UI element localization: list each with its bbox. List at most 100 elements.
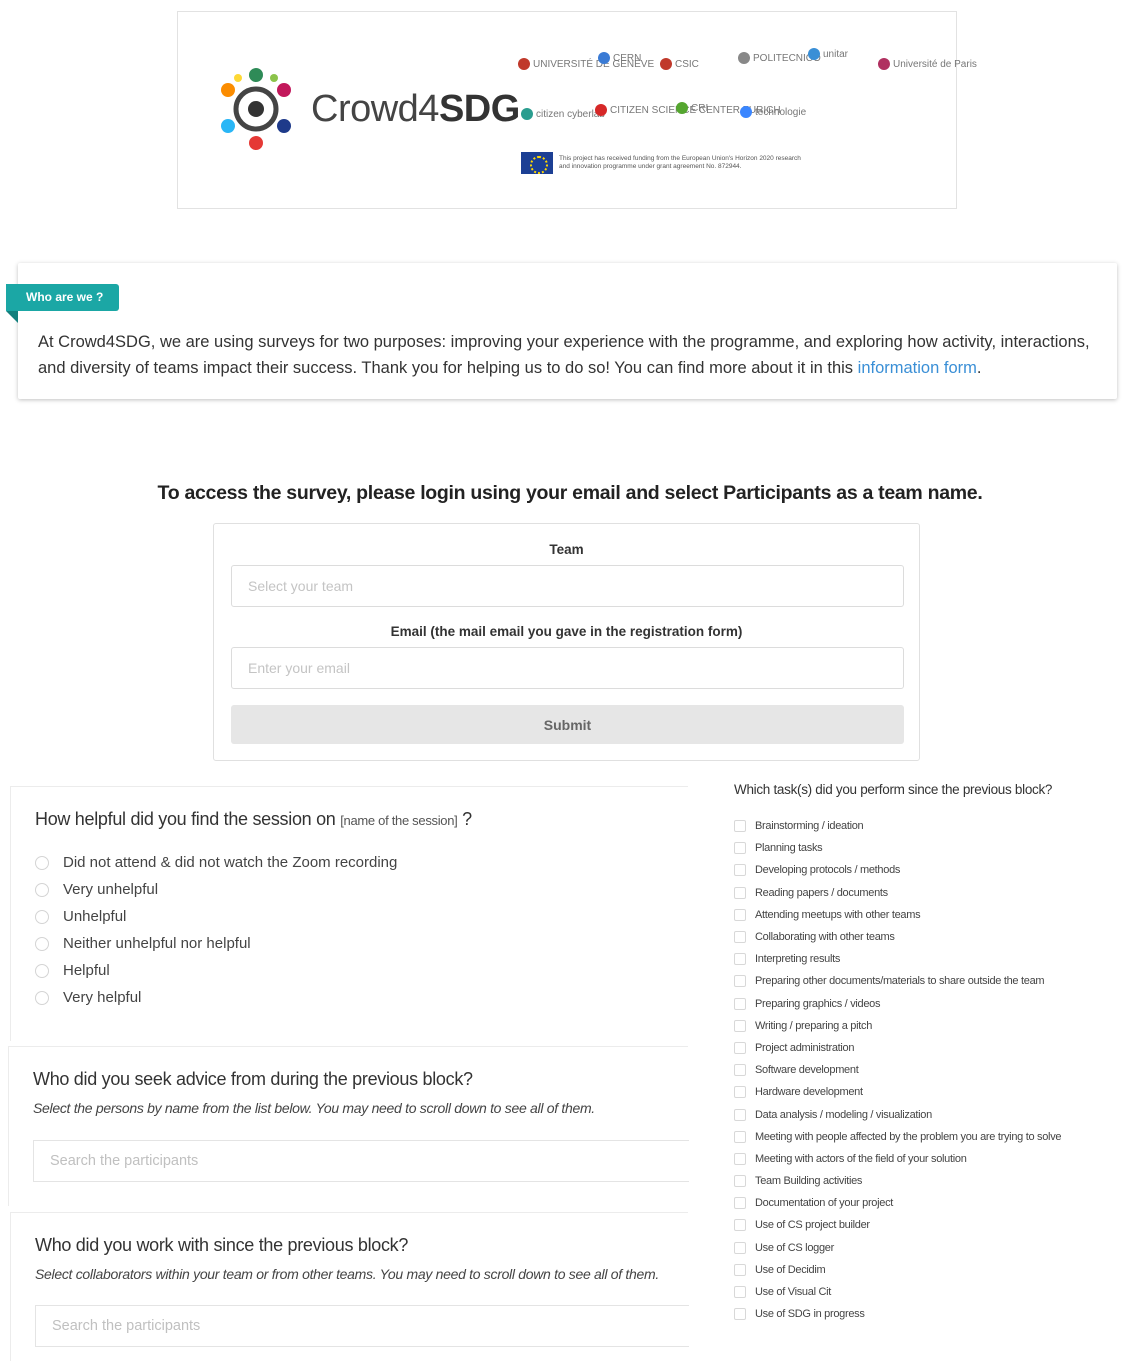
radio-button[interactable] xyxy=(35,990,49,1005)
task-item[interactable]: Documentation of your project xyxy=(734,1192,1061,1214)
funding-text: This project has received funding from t… xyxy=(559,155,801,170)
task-checkbox[interactable] xyxy=(734,1064,746,1077)
task-label: Attending meetups with other teams xyxy=(755,908,921,921)
task-checkbox[interactable] xyxy=(734,908,746,921)
task-item[interactable]: Software development xyxy=(734,1059,1061,1081)
task-item[interactable]: Use of CS project builder xyxy=(734,1214,1061,1236)
task-checkbox[interactable] xyxy=(734,997,746,1010)
task-label: Meeting with actors of the field of your… xyxy=(755,1152,967,1165)
team-select-input[interactable] xyxy=(231,565,904,607)
q1-option[interactable]: Very unhelpful xyxy=(35,881,158,898)
radio-button[interactable] xyxy=(35,963,49,978)
task-item[interactable]: Developing protocols / methods xyxy=(734,859,1061,881)
crowd4sdg-logo-icon xyxy=(221,68,291,150)
task-item[interactable]: Meeting with actors of the field of your… xyxy=(734,1148,1061,1170)
task-item[interactable]: Collaborating with other teams xyxy=(734,926,1061,948)
email-input[interactable] xyxy=(231,647,904,689)
task-item[interactable]: Preparing graphics / videos xyxy=(734,993,1061,1015)
q1-option-label: Did not attend & did not watch the Zoom … xyxy=(63,854,398,871)
q3-subtitle: Select collaborators within your team or… xyxy=(35,1266,659,1282)
q1-option[interactable]: Very helpful xyxy=(35,989,141,1006)
task-item[interactable]: Brainstorming / ideation xyxy=(734,815,1061,837)
task-checkbox[interactable] xyxy=(734,953,746,966)
task-checkbox[interactable] xyxy=(734,886,746,899)
task-checkbox[interactable] xyxy=(734,1152,746,1165)
task-checkbox[interactable] xyxy=(734,1308,746,1321)
who-are-we-text: At Crowd4SDG, we are using surveys for t… xyxy=(38,333,1090,377)
radio-button[interactable] xyxy=(35,855,49,870)
task-item[interactable]: Use of Decidim xyxy=(734,1259,1061,1281)
q1-option-label: Very helpful xyxy=(63,989,142,1006)
q1-option-label: Neither unhelpful nor helpful xyxy=(63,935,251,952)
collaborators-search-input[interactable] xyxy=(35,1305,689,1347)
task-item[interactable]: Meeting with people affected by the prob… xyxy=(734,1126,1062,1148)
advice-card: Who did you seek advice from during the … xyxy=(8,1046,689,1206)
task-item[interactable]: Writing / preparing a pitch xyxy=(734,1015,1061,1037)
task-checkbox[interactable] xyxy=(734,1263,746,1276)
partner-logo-icon xyxy=(595,104,607,116)
task-item[interactable]: Reading papers / documents xyxy=(734,882,1061,904)
partner-logo: CRI xyxy=(676,102,708,114)
q1-option[interactable]: Helpful xyxy=(35,962,110,979)
partner-logo-icon xyxy=(738,52,750,64)
task-item[interactable]: Interpreting results xyxy=(734,948,1061,970)
partner-logo: CERN xyxy=(598,52,641,64)
task-checkbox[interactable] xyxy=(734,1041,746,1054)
task-checkbox[interactable] xyxy=(734,1197,746,1210)
task-checkbox[interactable] xyxy=(734,1219,746,1232)
task-label: Planning tasks xyxy=(755,842,823,855)
submit-button[interactable]: Submit xyxy=(231,705,904,744)
partner-logo-label: technologie xyxy=(755,106,807,118)
task-label: Preparing other documents/materials to s… xyxy=(755,975,1045,988)
radio-button[interactable] xyxy=(35,909,49,924)
q1-option[interactable]: Did not attend & did not watch the Zoom … xyxy=(35,854,397,871)
task-label: Hardware development xyxy=(755,1086,863,1099)
partner-logo-icon xyxy=(740,106,752,118)
task-checkbox[interactable] xyxy=(734,1108,746,1121)
task-label: Preparing graphics / videos xyxy=(755,997,881,1010)
partner-logo-label: unitar xyxy=(823,48,849,60)
task-item[interactable]: Use of SDG in progress xyxy=(734,1303,1061,1325)
task-label: Documentation of your project xyxy=(755,1197,894,1210)
team-label: Team xyxy=(549,542,584,557)
partner-logo-label: Université de Paris xyxy=(893,58,977,70)
task-label: Collaborating with other teams xyxy=(755,931,895,944)
q1-option[interactable]: Unhelpful xyxy=(35,908,126,925)
task-item[interactable]: Attending meetups with other teams xyxy=(734,904,1061,926)
task-checkbox[interactable] xyxy=(734,842,746,855)
task-label: Project administration xyxy=(755,1041,855,1054)
task-checkbox[interactable] xyxy=(734,820,746,833)
task-item[interactable]: Data analysis / modeling / visualization xyxy=(734,1103,1061,1125)
partner-logo-icon xyxy=(878,58,890,70)
task-checkbox[interactable] xyxy=(734,975,746,988)
task-checkbox[interactable] xyxy=(734,1086,746,1099)
task-item[interactable]: Planning tasks xyxy=(734,837,1061,859)
eu-flag-icon xyxy=(521,152,553,174)
task-checkbox[interactable] xyxy=(734,864,746,877)
task-item[interactable]: Use of CS logger xyxy=(734,1237,1061,1259)
q1-option-label: Very unhelpful xyxy=(63,881,159,898)
task-item[interactable]: Use of Visual Cit xyxy=(734,1281,1061,1303)
advice-search-input[interactable] xyxy=(33,1140,689,1182)
task-checkbox[interactable] xyxy=(734,931,746,944)
radio-button[interactable] xyxy=(35,936,49,951)
task-item[interactable]: Hardware development xyxy=(734,1081,1061,1103)
task-item[interactable]: Preparing other documents/materials to s… xyxy=(734,970,1061,992)
radio-button[interactable] xyxy=(35,882,49,897)
task-checkbox[interactable] xyxy=(734,1286,746,1299)
task-item[interactable]: Team Building activities xyxy=(734,1170,1061,1192)
task-checkbox[interactable] xyxy=(734,1130,746,1143)
task-checkbox[interactable] xyxy=(734,1019,746,1032)
q1-option[interactable]: Neither unhelpful nor helpful xyxy=(35,935,251,952)
task-checkbox[interactable] xyxy=(734,1241,746,1254)
task-label: Use of Visual Cit xyxy=(755,1286,832,1299)
information-form-link[interactable]: information form xyxy=(858,359,977,377)
task-checkbox[interactable] xyxy=(734,1175,746,1188)
q1-option-label: Unhelpful xyxy=(63,908,127,925)
session-helpfulness-card: How helpful did you find the session on … xyxy=(10,786,688,1041)
task-label: Interpreting results xyxy=(755,953,841,966)
login-form: Team Email (the mail email you gave in t… xyxy=(213,523,920,761)
partner-logo: technologie xyxy=(740,106,806,118)
partner-logo: Université de Paris xyxy=(878,58,977,70)
task-item[interactable]: Project administration xyxy=(734,1037,1061,1059)
